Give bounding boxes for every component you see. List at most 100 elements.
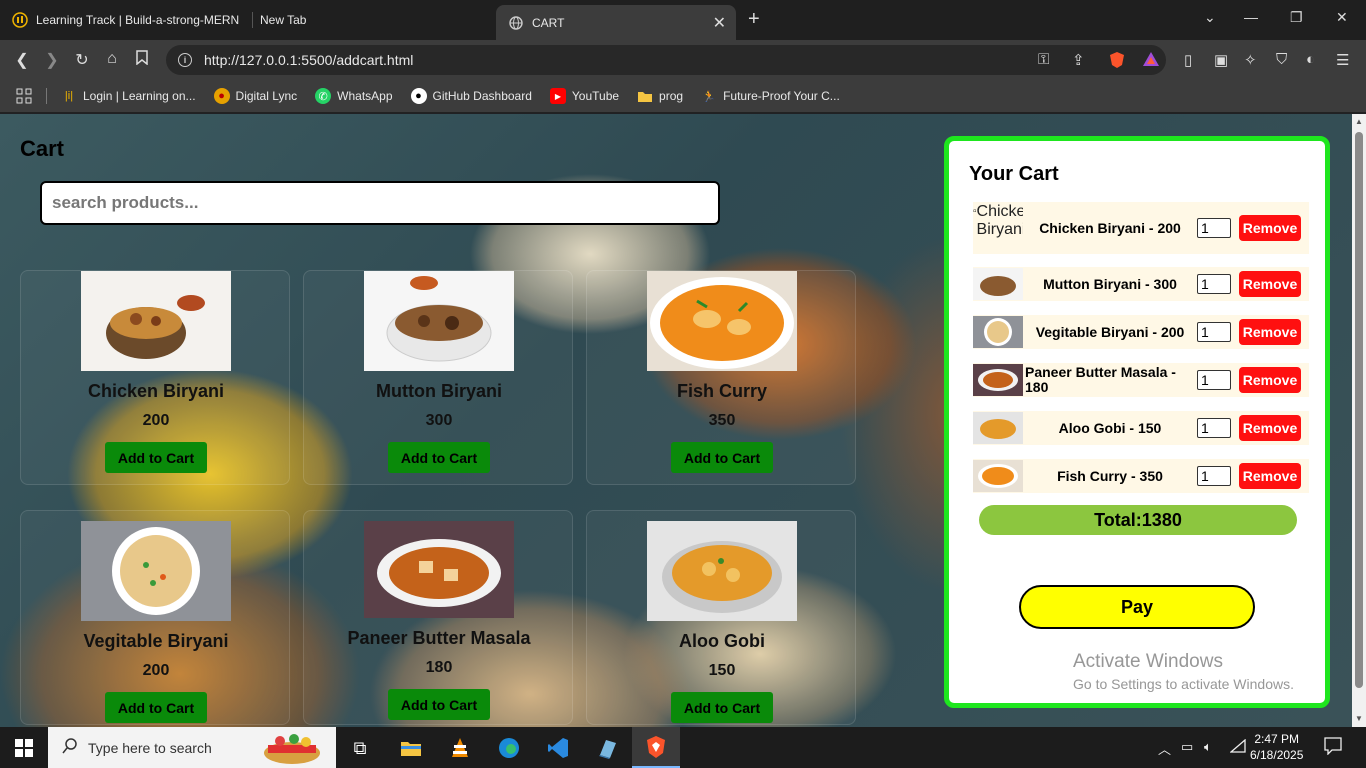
bookmark-youtube[interactable]: ▶ YouTube xyxy=(549,88,620,104)
bookmark-digital-lync[interactable]: ● Digital Lync xyxy=(213,88,298,104)
forward-icon[interactable]: ❯ xyxy=(42,50,62,70)
leo-ai-icon[interactable]: ✧ xyxy=(1244,51,1257,69)
back-icon[interactable]: ❮ xyxy=(12,50,32,70)
quantity-input[interactable] xyxy=(1197,274,1231,294)
runner-icon: 🏃 xyxy=(702,90,716,103)
brave-taskbar-icon[interactable] xyxy=(632,727,680,768)
chicken-biryani-image xyxy=(81,271,231,371)
product-card: Mutton Biryani 300 Add to Cart xyxy=(303,270,573,485)
quantity-input[interactable] xyxy=(1197,370,1231,390)
new-tab-icon[interactable]: + xyxy=(748,8,760,31)
product-name: Chicken Biryani xyxy=(87,381,225,401)
windows-start-icon[interactable] xyxy=(11,735,37,761)
wifi-icon[interactable] xyxy=(1229,738,1246,756)
bookmark-future-proof[interactable]: 🏃 Future-Proof Your C... xyxy=(701,88,840,104)
remove-button[interactable]: Remove xyxy=(1239,463,1301,489)
vpn-icon[interactable]: ⛉ xyxy=(1276,51,1287,68)
task-view-icon[interactable]: ⧉ xyxy=(347,735,373,761)
bookmark-label: WhatsApp xyxy=(337,89,393,103)
volume-mute-icon[interactable]: 🔈︎ xyxy=(1204,739,1212,755)
tab-title: Learning Track | Build-a-strong-MERN xyxy=(36,13,240,27)
add-to-cart-button[interactable]: Add to Cart xyxy=(671,442,773,473)
bookmark-label: Digital Lync xyxy=(235,89,298,103)
product-price: 300 xyxy=(425,412,453,429)
taskbar-clock[interactable]: 2:47 PM 6/18/2025 xyxy=(1250,731,1303,763)
quantity-input[interactable] xyxy=(1197,218,1231,238)
remove-button[interactable]: Remove xyxy=(1239,415,1301,441)
home-icon[interactable]: ⌂ xyxy=(102,50,122,68)
pay-button[interactable]: Pay xyxy=(1019,585,1255,629)
site-info-icon[interactable]: i xyxy=(178,53,192,67)
page-viewport: Cart Chicken Biryani 200 Add to Cart Mut… xyxy=(0,114,1352,727)
edge-icon[interactable] xyxy=(496,735,522,761)
mutton-biryani-image xyxy=(364,271,514,371)
cart-panel: Your Cart ▫ Chicken Biryani Chicken Biry… xyxy=(944,136,1330,708)
share-icon[interactable]: ⇪ xyxy=(1072,51,1085,69)
taskbar-search[interactable]: Type here to search xyxy=(48,727,336,768)
wallet-icon[interactable]: ▣ xyxy=(1214,51,1228,69)
brave-shields-icon[interactable] xyxy=(1108,51,1126,73)
menu-icon[interactable]: ☰ xyxy=(1336,51,1349,69)
folder-icon xyxy=(637,88,653,104)
notepad-app-icon[interactable] xyxy=(594,735,620,761)
vlc-icon[interactable] xyxy=(447,735,473,761)
product-price: 200 xyxy=(142,662,170,679)
address-bar[interactable]: i http://127.0.0.1:5500/addcart.html xyxy=(166,45,1166,75)
key-icon[interactable]: ⚿ xyxy=(1038,51,1049,68)
add-to-cart-button[interactable]: Add to Cart xyxy=(388,689,490,720)
file-explorer-icon[interactable] xyxy=(398,735,424,761)
notifications-icon[interactable] xyxy=(1324,737,1342,758)
tab-new-tab[interactable]: New Tab xyxy=(260,5,480,35)
maximize-icon[interactable]: ❐ xyxy=(1290,9,1303,26)
tab-title: CART xyxy=(532,15,565,30)
broken-image-alt: Chicken Biryani xyxy=(976,203,1023,238)
scrollbar-thumb[interactable] xyxy=(1355,132,1363,688)
remove-button[interactable]: Remove xyxy=(1239,215,1301,241)
product-price: 150 xyxy=(708,662,736,679)
tab-learning-track[interactable]: Learning Track | Build-a-strong-MERN xyxy=(12,5,252,35)
search-icon xyxy=(62,738,78,757)
brave-rewards-icon[interactable] xyxy=(1142,51,1160,71)
product-card: Paneer Butter Masala 180 Add to Cart xyxy=(303,510,573,725)
reload-icon[interactable]: ↻ xyxy=(72,50,92,70)
paneer-butter-masala-image xyxy=(364,521,514,618)
apps-grid-icon[interactable] xyxy=(16,88,32,104)
cart-item-label: Mutton Biryani - 300 xyxy=(1043,275,1177,292)
scroll-down-icon[interactable]: ▼ xyxy=(1355,714,1363,723)
add-to-cart-button[interactable]: Add to Cart xyxy=(388,442,490,473)
sidebar-icon[interactable]: ▯ xyxy=(1184,51,1192,69)
extension-icon[interactable]: ◐ xyxy=(1306,51,1315,68)
bookmark-label: YouTube xyxy=(571,89,620,103)
add-to-cart-button[interactable]: Add to Cart xyxy=(671,692,773,723)
search-input[interactable] xyxy=(40,181,720,225)
tray-chevron-icon[interactable]: ︿ xyxy=(1158,739,1171,758)
add-to-cart-button[interactable]: Add to Cart xyxy=(105,692,207,723)
battery-icon[interactable]: ▭ xyxy=(1181,739,1193,755)
close-window-icon[interactable]: ✕ xyxy=(1336,9,1348,26)
quantity-input[interactable] xyxy=(1197,466,1231,486)
scroll-up-icon[interactable]: ▲ xyxy=(1355,117,1363,126)
minimize-icon[interactable]: — xyxy=(1244,9,1258,25)
bookmark-prog-folder[interactable]: prog xyxy=(637,88,683,104)
remove-button[interactable]: Remove xyxy=(1239,319,1301,345)
bookmark-login-learning[interactable]: |i| Login | Learning on... xyxy=(61,88,196,104)
tab-search-chevron-icon[interactable]: ⌄ xyxy=(1204,9,1216,26)
add-to-cart-button[interactable]: Add to Cart xyxy=(105,442,207,473)
page-scrollbar[interactable]: ▲ ▼ xyxy=(1352,114,1366,727)
bookmark-divider xyxy=(46,88,47,104)
product-price: 200 xyxy=(142,412,170,429)
broken-image: ▫ Chicken Biryani xyxy=(973,203,1023,253)
bookmark-github-dashboard[interactable]: ● GitHub Dashboard xyxy=(410,88,532,104)
bookmark-icon[interactable] xyxy=(132,50,152,70)
bookmark-whatsapp[interactable]: ✆ WhatsApp xyxy=(315,88,393,104)
vscode-icon[interactable] xyxy=(545,735,571,761)
remove-button[interactable]: Remove xyxy=(1239,367,1301,393)
quantity-input[interactable] xyxy=(1197,418,1231,438)
tab-cart[interactable]: CART ✕ xyxy=(496,5,736,40)
product-card: Chicken Biryani 200 Add to Cart xyxy=(20,270,290,485)
remove-button[interactable]: Remove xyxy=(1239,271,1301,297)
close-tab-icon[interactable]: ✕ xyxy=(713,13,726,33)
cart-item-label: Chicken Biryani - 200 xyxy=(1039,219,1181,236)
quantity-input[interactable] xyxy=(1197,322,1231,342)
taskbar-search-placeholder: Type here to search xyxy=(88,739,212,756)
